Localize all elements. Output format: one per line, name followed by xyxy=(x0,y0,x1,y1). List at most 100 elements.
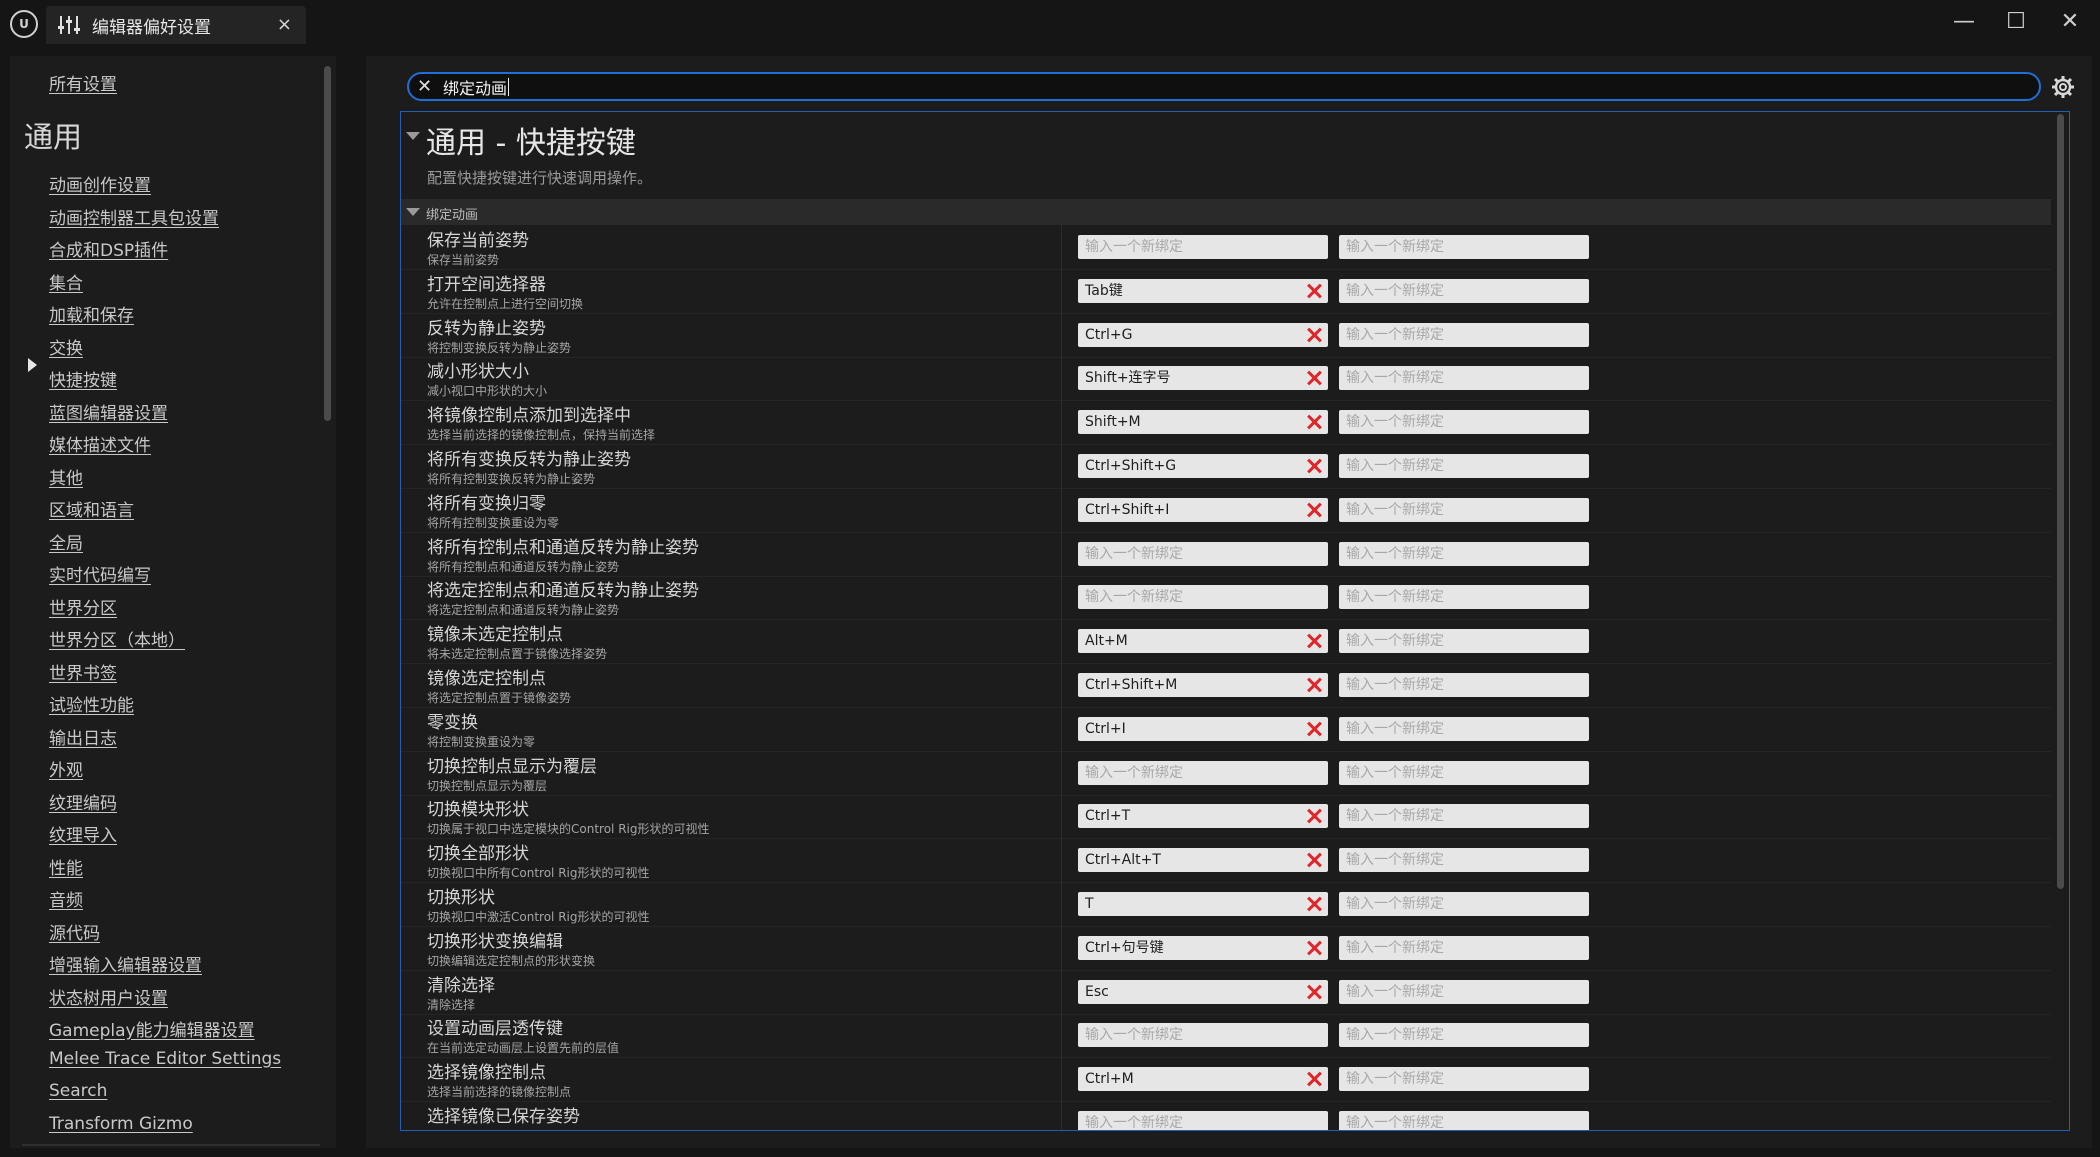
primary-binding-input[interactable]: 输入一个新绑定 xyxy=(1078,1023,1328,1048)
sidebar-item[interactable]: 试验性功能 xyxy=(49,691,134,716)
sidebar-item[interactable]: 世界书签 xyxy=(49,659,117,684)
maximize-button[interactable]: ☐ xyxy=(1996,6,2036,36)
sidebar-item[interactable]: 源代码 xyxy=(49,919,100,944)
sidebar-item[interactable]: 音频 xyxy=(49,886,83,911)
clear-binding-icon[interactable] xyxy=(1306,808,1322,824)
sidebar-item[interactable]: Transform Gizmo xyxy=(49,1114,193,1134)
clear-binding-icon[interactable] xyxy=(1306,721,1322,737)
secondary-binding-input[interactable]: 输入一个新绑定 xyxy=(1339,673,1589,697)
collapse-section-icon[interactable] xyxy=(406,132,420,140)
secondary-binding-input[interactable]: 输入一个新绑定 xyxy=(1339,1067,1589,1092)
all-settings-link[interactable]: 所有设置 xyxy=(49,70,117,95)
tab-close-icon[interactable]: × xyxy=(277,14,292,35)
sidebar-item[interactable]: 状态树用户设置 xyxy=(49,984,168,1009)
primary-binding-input[interactable]: Ctrl+Shift+G xyxy=(1078,454,1328,478)
sidebar-item[interactable]: 区域和语言 xyxy=(49,496,134,521)
sidebar-scrollbar[interactable] xyxy=(324,66,331,421)
editor-preferences-tab[interactable]: 编辑器偏好设置 × xyxy=(46,6,306,44)
clear-binding-icon[interactable] xyxy=(1306,414,1322,430)
content-scrollbar[interactable] xyxy=(2057,114,2064,889)
clear-binding-icon[interactable] xyxy=(1306,940,1322,956)
search-text[interactable]: 绑定动画 xyxy=(443,75,507,99)
primary-binding-input[interactable]: Ctrl+Shift+I xyxy=(1078,497,1328,522)
secondary-binding-input[interactable]: 输入一个新绑定 xyxy=(1339,366,1589,391)
sidebar-item[interactable]: 集合 xyxy=(49,269,83,294)
category-header[interactable]: 绑定动画 xyxy=(401,199,2051,225)
clear-binding-icon[interactable] xyxy=(1306,984,1322,1000)
sidebar-item[interactable]: Gameplay能力编辑器设置 xyxy=(49,1016,255,1041)
secondary-binding-input[interactable]: 输入一个新绑定 xyxy=(1339,979,1589,1004)
primary-binding-input[interactable]: Ctrl+T xyxy=(1078,804,1328,829)
sidebar-item[interactable]: 实时代码编写 xyxy=(49,561,151,586)
collapse-category-icon[interactable] xyxy=(406,208,420,216)
secondary-binding-input[interactable]: 输入一个新绑定 xyxy=(1339,541,1589,566)
primary-binding-input[interactable]: Ctrl+Shift+M xyxy=(1078,673,1328,697)
sidebar-item[interactable]: 外观 xyxy=(49,756,83,781)
clear-binding-icon[interactable] xyxy=(1306,852,1322,868)
secondary-binding-input[interactable]: 输入一个新绑定 xyxy=(1339,935,1589,960)
sidebar-item[interactable]: Search xyxy=(49,1081,107,1101)
clear-binding-icon[interactable] xyxy=(1306,370,1322,386)
clear-binding-icon[interactable] xyxy=(1306,633,1322,649)
primary-binding-input[interactable]: 输入一个新绑定 xyxy=(1078,235,1328,259)
secondary-binding-input[interactable]: 输入一个新绑定 xyxy=(1339,892,1589,916)
secondary-binding-input[interactable]: 输入一个新绑定 xyxy=(1339,760,1589,785)
secondary-binding-input[interactable]: 输入一个新绑定 xyxy=(1339,1111,1589,1130)
secondary-binding-input[interactable]: 输入一个新绑定 xyxy=(1339,235,1589,259)
sidebar-item[interactable]: 全局 xyxy=(49,529,83,554)
sidebar-item[interactable]: 性能 xyxy=(49,854,83,879)
clear-binding-icon[interactable] xyxy=(1306,502,1322,518)
primary-binding-input[interactable]: 输入一个新绑定 xyxy=(1078,541,1328,566)
secondary-binding-input[interactable]: 输入一个新绑定 xyxy=(1339,629,1589,654)
sidebar-item[interactable]: 世界分区（本地） xyxy=(49,626,185,651)
secondary-binding-input[interactable]: 输入一个新绑定 xyxy=(1339,322,1589,347)
search-input[interactable]: ✕ 绑定动画 xyxy=(407,72,2041,101)
secondary-binding-input[interactable]: 输入一个新绑定 xyxy=(1339,716,1589,741)
secondary-binding-input[interactable]: 输入一个新绑定 xyxy=(1339,1023,1589,1048)
clear-binding-icon[interactable] xyxy=(1306,283,1322,299)
primary-binding-input[interactable]: Esc xyxy=(1078,979,1328,1004)
secondary-binding-input[interactable]: 输入一个新绑定 xyxy=(1339,454,1589,478)
clear-binding-icon[interactable] xyxy=(1306,896,1322,912)
unreal-logo-icon[interactable]: U xyxy=(10,10,38,38)
sidebar-item[interactable]: 纹理编码 xyxy=(49,789,117,814)
primary-binding-input[interactable]: Ctrl+M xyxy=(1078,1067,1328,1092)
sidebar-item[interactable]: Melee Trace Editor Settings xyxy=(49,1049,281,1069)
primary-binding-input[interactable]: Ctrl+I xyxy=(1078,716,1328,741)
sidebar-item[interactable]: 输出日志 xyxy=(49,724,117,749)
secondary-binding-input[interactable]: 输入一个新绑定 xyxy=(1339,804,1589,829)
sidebar-item[interactable]: 纹理导入 xyxy=(49,821,117,846)
secondary-binding-input[interactable]: 输入一个新绑定 xyxy=(1339,497,1589,522)
sidebar-item[interactable]: 动画控制器工具包设置 xyxy=(49,204,219,229)
sidebar-item[interactable]: 媒体描述文件 xyxy=(49,431,151,456)
clear-binding-icon[interactable] xyxy=(1306,1071,1322,1087)
primary-binding-input[interactable]: Shift+连字号 xyxy=(1078,366,1328,391)
sidebar-item[interactable]: 世界分区 xyxy=(49,594,117,619)
secondary-binding-input[interactable]: 输入一个新绑定 xyxy=(1339,410,1589,435)
primary-binding-input[interactable]: T xyxy=(1078,892,1328,916)
clear-search-icon[interactable]: ✕ xyxy=(417,76,435,97)
clear-binding-icon[interactable] xyxy=(1306,327,1322,343)
minimize-button[interactable]: — xyxy=(1944,6,1984,36)
clear-binding-icon[interactable] xyxy=(1306,677,1322,693)
close-window-button[interactable]: ✕ xyxy=(2050,6,2090,36)
primary-binding-input[interactable]: Ctrl+Alt+T xyxy=(1078,848,1328,873)
primary-binding-input[interactable]: Ctrl+G xyxy=(1078,322,1328,347)
secondary-binding-input[interactable]: 输入一个新绑定 xyxy=(1339,278,1589,303)
sidebar-item[interactable]: 增强输入编辑器设置 xyxy=(49,951,202,976)
sidebar-item[interactable]: 加载和保存 xyxy=(49,301,134,326)
gear-icon[interactable] xyxy=(2050,74,2076,100)
secondary-binding-input[interactable]: 输入一个新绑定 xyxy=(1339,848,1589,873)
sidebar-item[interactable]: 快捷按键 xyxy=(49,366,117,391)
primary-binding-input[interactable]: 输入一个新绑定 xyxy=(1078,585,1328,610)
primary-binding-input[interactable]: Alt+M xyxy=(1078,629,1328,654)
sidebar-item[interactable]: 其他 xyxy=(49,464,83,489)
sidebar-item[interactable]: 交换 xyxy=(49,334,83,359)
primary-binding-input[interactable]: 输入一个新绑定 xyxy=(1078,760,1328,785)
sidebar-item[interactable]: 合成和DSP插件 xyxy=(49,236,168,261)
primary-binding-input[interactable]: 输入一个新绑定 xyxy=(1078,1111,1328,1130)
primary-binding-input[interactable]: Ctrl+句号键 xyxy=(1078,935,1328,960)
primary-binding-input[interactable]: Tab键 xyxy=(1078,278,1328,303)
sidebar-item[interactable]: 蓝图编辑器设置 xyxy=(49,399,168,424)
sidebar-item[interactable]: 动画创作设置 xyxy=(49,171,151,196)
